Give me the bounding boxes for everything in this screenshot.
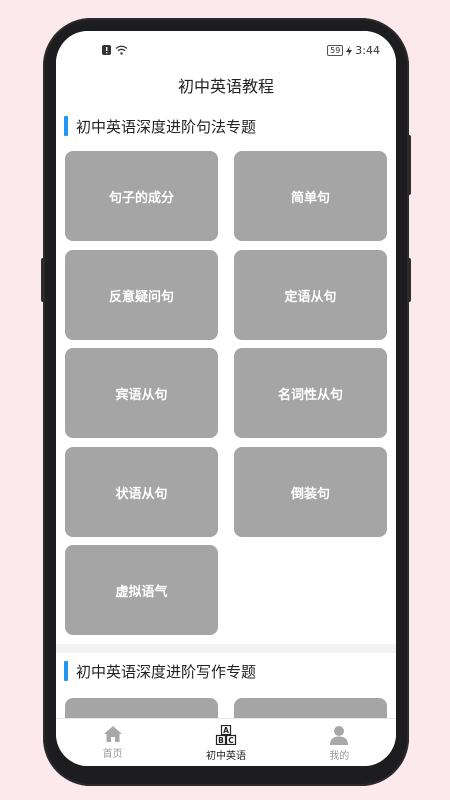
topic-label: 倒装句 xyxy=(290,486,330,502)
topic-tile[interactable]: 虚拟语气 xyxy=(65,545,218,635)
topic-tile[interactable]: 简单句 xyxy=(234,151,387,241)
status-bar: 59 3:44 xyxy=(56,31,396,71)
section-title: 初中英语深度进阶句法专题 xyxy=(76,117,257,136)
tab-home[interactable]: 首页 xyxy=(56,719,169,766)
tab-label: 初中英语 xyxy=(205,751,246,762)
power-button xyxy=(407,135,411,195)
side-button xyxy=(407,258,411,302)
topic-tile[interactable]: 定语从句 xyxy=(234,250,387,340)
tab-english[interactable]: A B C 初中英语 xyxy=(169,719,282,766)
section-accent-bar xyxy=(64,116,68,136)
topic-label: 定语从句 xyxy=(284,289,337,305)
app-screen: 59 3:44 初中英语教程 初中英语深度进阶句法专题 句子的成分 简单句 反意… xyxy=(56,31,396,766)
topic-tile[interactable]: 倒装句 xyxy=(234,447,387,537)
topic-label: 状语从句 xyxy=(115,486,168,502)
abc-blocks-icon: A B C xyxy=(215,725,237,745)
svg-text:B: B xyxy=(218,736,224,745)
notification-icon xyxy=(102,45,111,55)
section-title: 初中英语深度进阶写作专题 xyxy=(76,662,257,681)
section-header: 初中英语深度进阶句法专题 xyxy=(56,108,396,144)
section-header: 初中英语深度进阶写作专题 xyxy=(56,653,396,689)
topic-tile[interactable]: 名词性从句 xyxy=(234,348,387,438)
svg-text:C: C xyxy=(228,736,234,745)
topic-tile[interactable]: 句子的成分 xyxy=(65,151,218,241)
bottom-tab-bar: 首页 A B C 初中英语 我的 xyxy=(56,718,396,766)
topic-label: 句子的成分 xyxy=(108,190,174,206)
home-icon xyxy=(103,726,122,742)
svg-text:A: A xyxy=(223,726,229,735)
tab-label: 我的 xyxy=(329,751,350,762)
person-icon xyxy=(330,726,349,745)
topic-tile[interactable]: 状语从句 xyxy=(65,447,218,537)
charging-icon xyxy=(346,45,353,56)
topic-label: 名词性从句 xyxy=(277,387,343,403)
battery-indicator: 59 xyxy=(327,45,344,56)
wifi-icon xyxy=(115,45,128,55)
writing-section: 初中英语深度进阶写作专题 xyxy=(56,653,396,766)
tab-profile[interactable]: 我的 xyxy=(283,719,396,766)
topic-label: 宾语从句 xyxy=(115,387,168,403)
syntax-section: 初中英语深度进阶句法专题 句子的成分 简单句 反意疑问句 定语从句 宾语从句 名… xyxy=(56,108,396,644)
status-time: 3:44 xyxy=(355,44,380,57)
topic-tile[interactable]: 宾语从句 xyxy=(65,348,218,438)
page-title: 初中英语教程 xyxy=(56,71,396,109)
topic-label: 简单句 xyxy=(290,190,330,206)
tab-label: 首页 xyxy=(102,749,123,760)
section-accent-bar xyxy=(64,661,68,681)
topic-label: 反意疑问句 xyxy=(108,289,174,305)
topic-tile[interactable]: 反意疑问句 xyxy=(65,250,218,340)
topic-label: 虚拟语气 xyxy=(115,584,168,600)
volume-button xyxy=(41,258,45,302)
